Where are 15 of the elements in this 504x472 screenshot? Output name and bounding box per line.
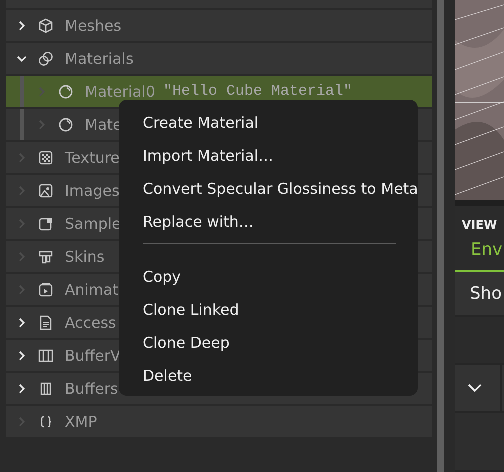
tree-label: Materials (65, 50, 134, 68)
tree-label: Images (65, 182, 120, 200)
panel-header: VIEW (461, 217, 498, 234)
tree-label: XMP (65, 412, 98, 430)
tree-label: Animat (65, 280, 119, 298)
tree-label: BufferV (65, 346, 121, 364)
tree-label: Meshes (65, 16, 122, 34)
tree-label: Access (65, 314, 116, 332)
tree-label: Sample (65, 214, 122, 232)
setting-label: Sho (470, 284, 502, 304)
material-name: "Hello Cube Material" (163, 83, 353, 100)
tree-label: Skins (65, 248, 105, 266)
tree-label: Buffers (65, 380, 118, 398)
tree-label: Texture (65, 148, 120, 166)
tree-label: Material0 (85, 82, 156, 100)
